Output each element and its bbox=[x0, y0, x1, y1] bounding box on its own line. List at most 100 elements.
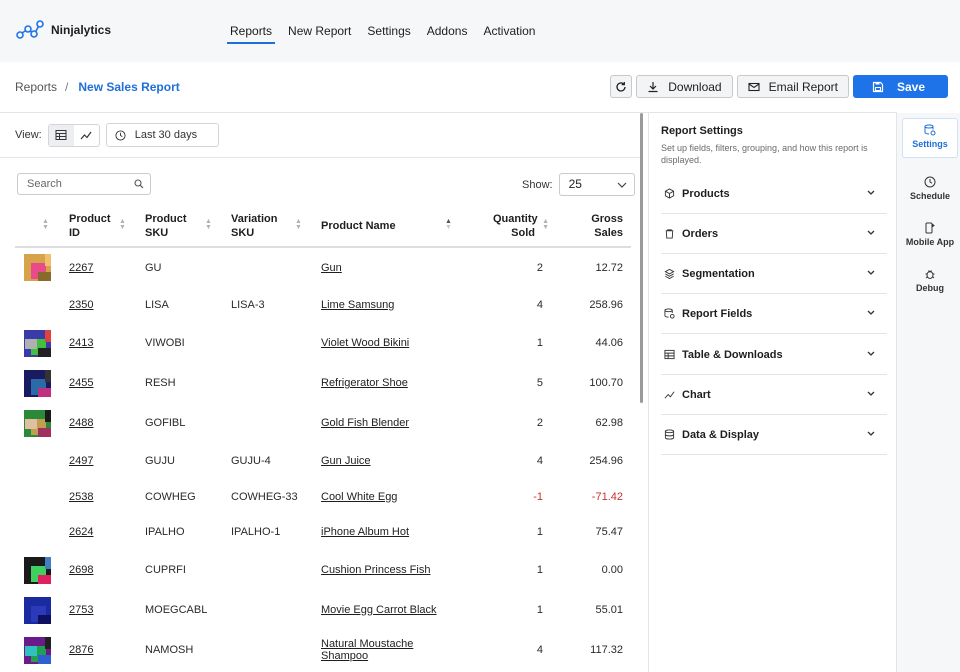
table-row: 2753 MOEGCABL Movie Egg Carrot Black 1 55.01 bbox=[15, 590, 631, 630]
column-header-variation-sku[interactable]: Variation SKU ▲ ▼ bbox=[231, 205, 321, 248]
product-thumbnail[interactable] bbox=[24, 329, 51, 357]
column-header-product-name[interactable]: Product Name ▲ ▼ bbox=[321, 205, 461, 248]
top-bar: Ninjalytics Reports New Report Settings … bbox=[0, 0, 960, 62]
page-size-control: Show: 25 bbox=[522, 173, 635, 196]
database-settings-icon bbox=[664, 308, 675, 319]
cell-variation-sku: IPALHO-1 bbox=[231, 526, 281, 538]
search-icon bbox=[134, 179, 144, 189]
save-button[interactable]: Save bbox=[852, 75, 948, 98]
rail-item-settings[interactable]: Settings bbox=[902, 118, 958, 158]
tab-addons[interactable]: Addons bbox=[419, 0, 476, 62]
settings-description: Set up fields, filters, grouping, and ho… bbox=[661, 143, 868, 165]
product-thumbnail[interactable] bbox=[24, 636, 51, 664]
tab-settings[interactable]: Settings bbox=[359, 0, 418, 62]
column-header-product-sku[interactable]: Product SKU ▲ ▼ bbox=[145, 205, 231, 248]
mail-icon bbox=[748, 82, 760, 91]
section-label: Chart bbox=[682, 388, 711, 401]
settings-section-table-downloads[interactable]: Table & Downloads bbox=[661, 335, 887, 375]
rail-item-schedule[interactable]: Schedule bbox=[902, 171, 958, 211]
product-id-link[interactable]: 2267 bbox=[69, 262, 93, 274]
cell-product-sku: GUJU bbox=[145, 455, 175, 467]
product-id-link[interactable]: 2488 bbox=[69, 417, 93, 429]
refresh-button[interactable] bbox=[610, 75, 633, 98]
clock-icon bbox=[115, 129, 126, 141]
cell-product-name: Gold Fish Blender bbox=[321, 403, 461, 443]
main-nav: Reports New Report Settings Addons Activ… bbox=[222, 0, 543, 62]
tab-new-report[interactable]: New Report bbox=[280, 0, 359, 62]
cell-product-sku: CUPRFI bbox=[145, 564, 186, 576]
product-id-link[interactable]: 2538 bbox=[69, 491, 93, 503]
tab-reports[interactable]: Reports bbox=[222, 0, 280, 62]
cell-product-id: 2876 bbox=[69, 630, 145, 670]
product-thumbnail[interactable] bbox=[24, 369, 51, 397]
chart-view-button[interactable] bbox=[74, 125, 99, 146]
cell-product-name: iPhone Album Hot bbox=[321, 514, 461, 550]
cell-product-name: Violet Wood Bikini bbox=[321, 323, 461, 363]
settings-section-report-fields[interactable]: Report Fields bbox=[661, 294, 887, 334]
settings-section-products[interactable]: Products bbox=[661, 174, 887, 214]
column-header-gross-sales[interactable]: Gross Sales bbox=[551, 205, 631, 248]
table-row: 2350 LISA LISA-3 Lime Samsung 4 258.96 bbox=[15, 287, 631, 323]
product-id-link[interactable]: 2876 bbox=[69, 644, 93, 656]
product-name-link[interactable]: Cool White Egg bbox=[321, 491, 397, 503]
logo-icon bbox=[16, 20, 44, 39]
product-name-link[interactable]: Movie Egg Carrot Black bbox=[321, 604, 437, 616]
product-name-link[interactable]: Refrigerator Shoe bbox=[321, 377, 408, 389]
chevron-down-icon bbox=[867, 351, 875, 356]
cell-gross-sales: 0.00 bbox=[601, 564, 623, 576]
page-size-value: 25 bbox=[568, 177, 582, 191]
rail-item-mobile-app[interactable]: Mobile App bbox=[902, 217, 958, 257]
database-settings-icon bbox=[924, 124, 936, 136]
breadcrumb-parent[interactable]: Reports bbox=[15, 80, 57, 94]
rail-item-debug[interactable]: Debug bbox=[902, 263, 958, 303]
product-id-link[interactable]: 2413 bbox=[69, 337, 93, 349]
cell-product-name: Gun Juice bbox=[321, 443, 461, 479]
image-column-header[interactable]: ▲ ▼ bbox=[15, 205, 69, 248]
cell-product-name: Movie Egg Carrot Black bbox=[321, 590, 461, 630]
product-id-link[interactable]: 2497 bbox=[69, 455, 93, 467]
rail-label: Debug bbox=[916, 283, 944, 293]
tab-activation[interactable]: Activation bbox=[475, 0, 543, 62]
product-name-link[interactable]: Violet Wood Bikini bbox=[321, 337, 409, 349]
product-name-link[interactable]: Natural Moustache Shampoo bbox=[321, 638, 413, 662]
product-id-link[interactable]: 2698 bbox=[69, 564, 93, 576]
product-name-link[interactable]: Gun Juice bbox=[321, 455, 371, 467]
table-view-button[interactable] bbox=[48, 124, 74, 146]
email-report-button[interactable]: Email Report bbox=[736, 75, 849, 98]
column-header-product-id[interactable]: Product ID ▲ ▼ bbox=[69, 205, 145, 248]
product-id-link[interactable]: 2350 bbox=[69, 299, 93, 311]
product-name-link[interactable]: iPhone Album Hot bbox=[321, 526, 409, 538]
product-thumbnail[interactable] bbox=[24, 254, 51, 281]
cell-product-name: Gun bbox=[321, 247, 461, 287]
product-name-link[interactable]: Cushion Princess Fish bbox=[321, 564, 430, 576]
product-thumbnail[interactable] bbox=[24, 596, 51, 624]
settings-section-orders[interactable]: Orders bbox=[661, 214, 887, 254]
app-logo[interactable]: Ninjalytics bbox=[16, 19, 111, 41]
table-row: 2267 GU Gun 2 12.72 bbox=[15, 247, 631, 287]
table-scrollbar[interactable] bbox=[640, 113, 643, 403]
breadcrumb-separator: / bbox=[65, 80, 69, 94]
settings-section-chart[interactable]: Chart bbox=[661, 375, 887, 415]
cell-gross-sales: 12.72 bbox=[595, 261, 623, 274]
product-id-link[interactable]: 2455 bbox=[69, 377, 93, 389]
cell-product-name: Lime Samsung bbox=[321, 287, 461, 323]
cell-variation-sku bbox=[231, 550, 321, 590]
cell-gross-sales: 75.47 bbox=[595, 526, 623, 538]
product-name-link[interactable]: Gun bbox=[321, 262, 342, 274]
product-id-link[interactable]: 2624 bbox=[69, 526, 93, 538]
page-size-select[interactable]: 25 bbox=[558, 173, 635, 196]
table-row: 2488 GOFIBL Gold Fish Blender 2 62.98 bbox=[15, 403, 631, 443]
product-thumbnail[interactable] bbox=[24, 409, 51, 437]
product-id-link[interactable]: 2753 bbox=[69, 604, 93, 616]
date-range-picker[interactable]: Last 30 days bbox=[105, 123, 219, 147]
settings-section-data-display[interactable]: Data & Display bbox=[661, 415, 887, 455]
settings-section-segmentation[interactable]: Segmentation bbox=[661, 254, 887, 294]
download-button[interactable]: Download bbox=[636, 75, 733, 98]
side-rail: Settings Schedule Mobile App Debug bbox=[896, 113, 960, 672]
product-name-link[interactable]: Gold Fish Blender bbox=[321, 417, 409, 429]
column-header-quantity-sold[interactable]: Quantity Sold ▲ ▼ bbox=[461, 205, 551, 248]
search-input[interactable]: Search bbox=[17, 173, 151, 195]
product-name-link[interactable]: Lime Samsung bbox=[321, 299, 394, 311]
cell-product-id: 2455 bbox=[69, 363, 145, 403]
product-thumbnail[interactable] bbox=[24, 556, 51, 584]
